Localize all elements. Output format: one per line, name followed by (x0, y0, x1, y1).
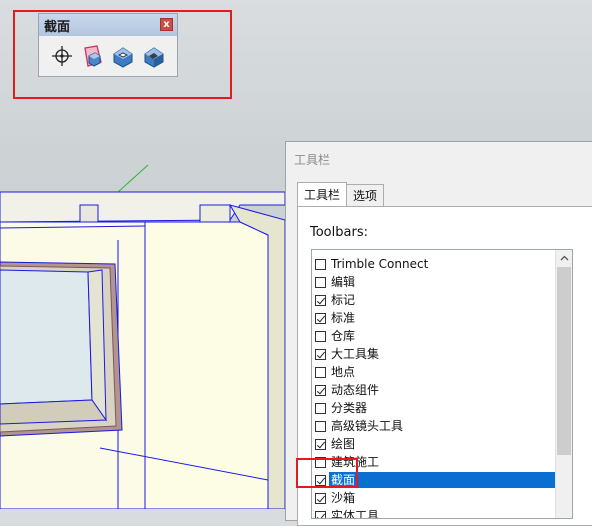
list-item-sandbox[interactable]: 沙箱 (312, 489, 558, 507)
list-item-advanced-camera[interactable]: 高级镜头工具 (312, 417, 558, 435)
selection-highlight-box (296, 458, 358, 488)
checkbox[interactable] (315, 438, 326, 450)
checkbox[interactable] (315, 402, 326, 414)
checkbox[interactable] (315, 510, 326, 518)
chevron-up-icon (560, 255, 568, 261)
checkbox[interactable] (315, 420, 326, 432)
checkbox[interactable] (315, 492, 326, 504)
checkbox[interactable] (315, 384, 326, 396)
checkbox[interactable] (315, 312, 326, 324)
scroll-thumb[interactable] (557, 267, 571, 455)
scroll-up-button[interactable] (556, 250, 572, 266)
list-scrollbar[interactable] (555, 250, 572, 518)
checkbox[interactable] (315, 258, 326, 270)
window-glass (0, 269, 93, 405)
toolbar-highlight-box (13, 10, 232, 99)
list-item-drawing[interactable]: 绘图 (312, 435, 558, 453)
list-item-trimble-connect[interactable]: Trimble Connect (312, 255, 558, 273)
checkbox[interactable] (315, 276, 326, 288)
list-item-large-toolset[interactable]: 大工具集 (312, 345, 558, 363)
list-item-location[interactable]: 地点 (312, 363, 558, 381)
tab-toolbars[interactable]: 工具栏 (297, 182, 348, 206)
list-item-standard[interactable]: 标准 (312, 309, 558, 327)
dialog-tabs: 工具栏 选项 (297, 182, 385, 206)
checkbox[interactable] (315, 330, 326, 342)
list-item-tags[interactable]: 标记 (312, 291, 558, 309)
list-item-classifier[interactable]: 分类器 (312, 399, 558, 417)
checkbox[interactable] (315, 366, 326, 378)
tab-options[interactable]: 选项 (347, 184, 385, 206)
list-item-dynamic-components[interactable]: 动态组件 (312, 381, 558, 399)
list-item-warehouse[interactable]: 仓库 (312, 327, 558, 345)
toolbars-label: Toolbars: (310, 225, 368, 240)
checkbox[interactable] (315, 294, 326, 306)
list-item-edit[interactable]: 编辑 (312, 273, 558, 291)
dialog-title: 工具栏 (294, 153, 331, 167)
checkbox[interactable] (315, 348, 326, 360)
green-axis (117, 164, 149, 193)
